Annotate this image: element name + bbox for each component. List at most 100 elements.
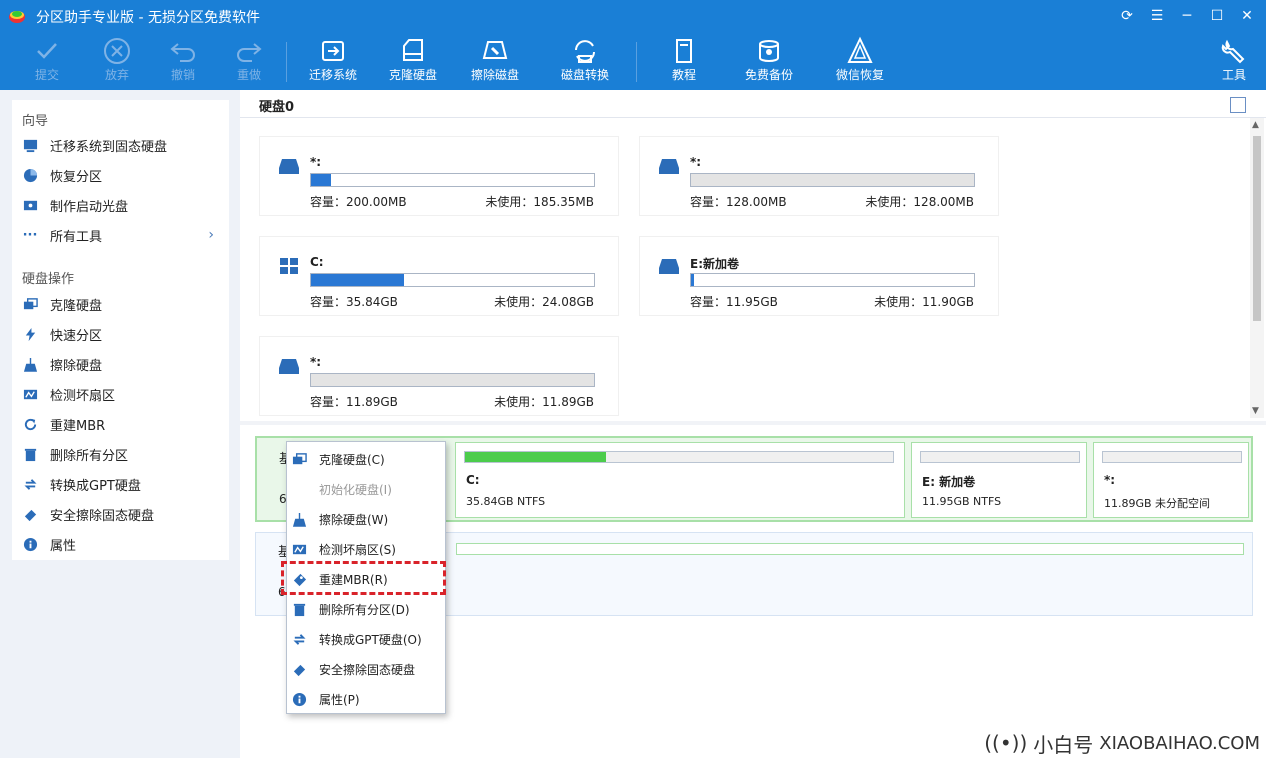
scrollbar-thumb[interactable]	[1253, 136, 1261, 321]
redo-arrow-icon	[218, 36, 280, 68]
usage-bar	[690, 173, 975, 187]
sidebar-item-delete-all[interactable]: 删除所有分区	[22, 442, 222, 466]
eraser-icon	[291, 661, 307, 677]
view-toggle-icon[interactable]	[1230, 97, 1246, 113]
watermark-icon: ((•))	[984, 731, 1028, 755]
tutorial-button[interactable]: 教程	[653, 36, 715, 82]
dots-icon: ···	[22, 227, 38, 243]
ctx-wipe-disk[interactable]: 擦除硬盘(W)	[287, 504, 445, 534]
convert-icon	[291, 631, 307, 647]
wipe-disk-button[interactable]: 擦除磁盘	[464, 36, 526, 82]
sidebar-item-boot-disk[interactable]: 制作启动光盘	[22, 193, 222, 217]
scroll-down-icon[interactable]: ▼	[1252, 406, 1259, 416]
ctx-properties[interactable]: 属性(P)	[287, 684, 445, 714]
map-segment-c[interactable]: C: 35.84GB NTFS	[455, 442, 905, 518]
discard-button[interactable]: 放弃	[86, 36, 148, 82]
trash-icon	[291, 601, 307, 617]
refresh-icon[interactable]: ⟳	[1116, 6, 1138, 26]
sidebar-item-convert-gpt[interactable]: 转换成GPT硬盘	[22, 472, 222, 496]
sidebar-item-bad-sector[interactable]: 检测坏扇区	[22, 382, 222, 406]
sidebar-item-clone-disk[interactable]: 克隆硬盘	[22, 292, 222, 316]
menu-icon[interactable]: ☰	[1146, 6, 1168, 26]
app-logo-icon	[9, 11, 25, 23]
toolbar-separator	[286, 42, 287, 82]
sidebar-item-secure-erase[interactable]: 安全擦除固态硬盘	[22, 502, 222, 526]
highlight-box	[281, 561, 446, 595]
wizard-section-title: 向导	[22, 114, 49, 129]
wechat-recovery-button[interactable]: 微信恢复	[829, 36, 891, 82]
drive-icon	[659, 259, 679, 274]
ctx-init-disk[interactable]: 初始化硬盘(I)	[287, 474, 445, 504]
disk-title: 硬盘0	[259, 100, 295, 115]
broom-icon	[291, 511, 307, 527]
broom-icon	[22, 356, 38, 372]
window-title: 分区助手专业版 - 无损分区免费软件	[36, 10, 260, 26]
toolbar: 提交 放弃 撤销 重做 迁移系统 克隆硬盘 擦除磁盘 磁盘转换 教程 免费备份 …	[0, 34, 1266, 90]
check-circle-icon	[16, 36, 78, 68]
info-icon	[291, 691, 307, 707]
ctx-convert-gpt[interactable]: 转换成GPT硬盘(O)	[287, 624, 445, 654]
sidebar-item-migrate[interactable]: 迁移系统到固态硬盘	[22, 133, 222, 157]
maximize-button[interactable]: ☐	[1206, 6, 1228, 26]
sidebar-item-recover-partition[interactable]: 恢复分区	[22, 163, 222, 187]
clone-disk-icon	[382, 36, 444, 68]
sidebar-item-quick-partition[interactable]: 快速分区	[22, 322, 222, 346]
migrate-disk-icon	[302, 36, 364, 68]
pane-splitter[interactable]	[240, 421, 1266, 425]
map-segment-e[interactable]: E: 新加卷 11.95GB NTFS	[911, 442, 1087, 518]
partition-card[interactable]: *: 容量：128.00MB 未使用：128.00MB	[639, 136, 999, 216]
drive-icon	[279, 159, 299, 174]
drive-icon	[659, 159, 679, 174]
undo-button[interactable]: 撤销	[152, 36, 214, 82]
disk-ops-section-title: 硬盘操作	[22, 272, 75, 287]
disk-header: 硬盘0	[240, 90, 1266, 118]
redo-button[interactable]: 重做	[218, 36, 280, 82]
drive-icon	[279, 359, 299, 374]
usage-bar	[310, 273, 595, 287]
lightning-icon	[22, 326, 38, 342]
x-circle-icon	[86, 36, 148, 68]
sidebar: 向导 迁移系统到固态硬盘 恢复分区 制作启动光盘 ··· 所有工具 › 硬盘操作…	[0, 90, 240, 758]
trash-icon	[22, 446, 38, 462]
pie-icon	[22, 167, 38, 183]
rebuild-icon	[22, 416, 38, 432]
eraser-icon	[22, 506, 38, 522]
commit-button[interactable]: 提交	[16, 36, 78, 82]
vertical-scrollbar[interactable]: ▲ ▼	[1250, 118, 1264, 418]
usage-bar	[310, 173, 595, 187]
close-button[interactable]: ✕	[1236, 6, 1258, 26]
sidebar-item-all-tools[interactable]: ··· 所有工具 ›	[22, 223, 222, 247]
convert-disk-button[interactable]: 磁盘转换	[554, 36, 616, 82]
watermark: ((•)) 小白号 XIAOBAIHAO.COM	[966, 728, 1266, 758]
convert-icon	[22, 476, 38, 492]
scan-icon	[22, 386, 38, 402]
ctx-delete-all[interactable]: 删除所有分区(D)	[287, 594, 445, 624]
partition-card[interactable]: E:新加卷 容量：11.95GB 未使用：11.90GB	[639, 236, 999, 316]
wrench-icon	[1203, 36, 1265, 68]
book-icon	[653, 36, 715, 68]
convert-disk-icon	[554, 36, 616, 68]
sidebar-item-properties[interactable]: 属性	[22, 532, 222, 556]
undo-arrow-icon	[152, 36, 214, 68]
sidebar-item-wipe-disk[interactable]: 擦除硬盘	[22, 352, 222, 376]
scroll-up-icon[interactable]: ▲	[1252, 120, 1259, 130]
app-window: 分区助手专业版 - 无损分区免费软件 ⟳ ☰ ─ ☐ ✕ 提交 放弃 撤销 重做…	[0, 0, 1266, 758]
backup-icon	[738, 36, 800, 68]
title-bar: 分区助手专业版 - 无损分区免费软件 ⟳ ☰ ─ ☐ ✕	[0, 0, 1266, 32]
partition-card[interactable]: *: 容量：200.00MB 未使用：185.35MB	[259, 136, 619, 216]
clone-disk-button[interactable]: 克隆硬盘	[382, 36, 444, 82]
ctx-secure-erase[interactable]: 安全擦除固态硬盘	[287, 654, 445, 684]
minimize-button[interactable]: ─	[1176, 6, 1198, 26]
ctx-bad-sector[interactable]: 检测坏扇区(S)	[287, 534, 445, 564]
tools-button[interactable]: 工具	[1203, 36, 1265, 82]
migrate-os-button[interactable]: 迁移系统	[302, 36, 364, 82]
map-segment-unallocated[interactable]: *: 11.89GB 未分配空间	[1093, 442, 1249, 518]
disk-map-2-bar	[456, 543, 1244, 555]
partition-card[interactable]: *: 容量：11.89GB 未使用：11.89GB	[259, 336, 619, 416]
windows-icon	[280, 258, 298, 274]
sidebar-item-rebuild-mbr[interactable]: 重建MBR	[22, 412, 222, 436]
bootdisk-icon	[22, 197, 38, 213]
free-backup-button[interactable]: 免费备份	[738, 36, 800, 82]
ctx-clone-disk[interactable]: 克隆硬盘(C)	[287, 444, 445, 474]
partition-card[interactable]: C: 容量：35.84GB 未使用：24.08GB	[259, 236, 619, 316]
